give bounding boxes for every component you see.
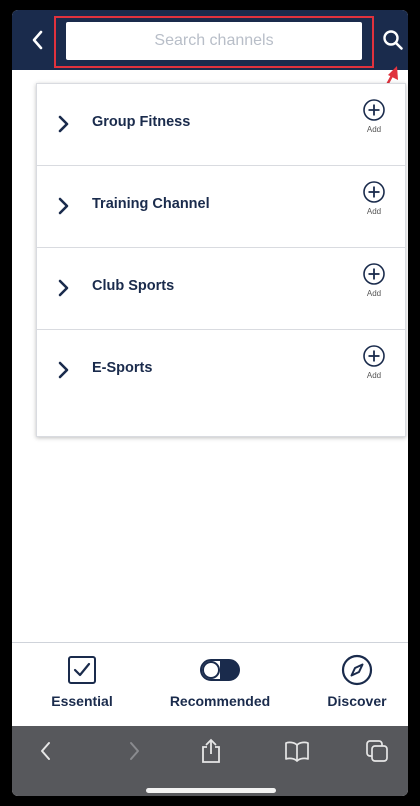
- add-channel-button[interactable]: Add: [357, 262, 391, 314]
- tab-label: Essential: [51, 693, 113, 709]
- add-label: Add: [366, 289, 382, 298]
- tab-label: Recommended: [169, 693, 271, 709]
- add-channel-button[interactable]: Add: [357, 180, 391, 232]
- channel-row[interactable]: E-Sports Add: [37, 330, 405, 412]
- channel-list: Group Fitness Add Training Channel Add C…: [36, 83, 406, 437]
- share-icon: [202, 738, 220, 763]
- checkbox-icon: [68, 656, 96, 684]
- tabs-icon: [366, 740, 388, 762]
- channel-label: Group Fitness: [92, 114, 191, 130]
- back-button[interactable]: [20, 20, 54, 60]
- search-icon: [383, 30, 403, 50]
- channel-label: Club Sports: [92, 278, 175, 294]
- tab-discover[interactable]: Discover: [312, 653, 402, 719]
- channel-row[interactable]: Group Fitness Add: [37, 84, 405, 166]
- bookmarks-icon: [285, 741, 309, 762]
- chevron-right-icon: [58, 279, 69, 297]
- plus-circle-icon: [363, 345, 385, 367]
- add-label: Add: [366, 125, 382, 134]
- add-label: Add: [366, 371, 382, 380]
- tab-recommended[interactable]: Recommended: [158, 653, 282, 719]
- browser-forward-button[interactable]: [120, 736, 150, 766]
- back-icon: [41, 742, 50, 760]
- bookmarks-button[interactable]: [282, 736, 312, 766]
- chevron-left-icon: [32, 30, 43, 50]
- plus-circle-icon: [363, 263, 385, 285]
- forward-icon: [130, 742, 139, 760]
- search-button[interactable]: [378, 22, 408, 58]
- share-button[interactable]: [196, 736, 226, 766]
- plus-circle-icon: [363, 181, 385, 203]
- browser-back-button[interactable]: [30, 736, 60, 766]
- add-channel-button[interactable]: Add: [357, 344, 391, 396]
- channel-label: E-Sports: [92, 360, 153, 376]
- browser-toolbar: [12, 726, 408, 796]
- channel-label: Training Channel: [92, 196, 210, 212]
- tabs-button[interactable]: [362, 736, 392, 766]
- add-label: Add: [366, 207, 382, 216]
- compass-icon: [341, 654, 373, 686]
- tab-essential[interactable]: Essential: [40, 653, 124, 719]
- chevron-right-icon: [58, 197, 69, 215]
- search-input[interactable]: [66, 22, 362, 60]
- home-indicator: [146, 788, 276, 793]
- bottom-tab-bar: Essential Recommended Discover: [12, 642, 408, 726]
- tab-label: Discover: [327, 693, 387, 709]
- toggle-icon: [200, 659, 240, 681]
- channel-row[interactable]: Training Channel Add: [37, 166, 405, 248]
- plus-circle-icon: [363, 99, 385, 121]
- app-screen: Group Fitness Add Training Channel: [12, 10, 408, 796]
- chevron-right-icon: [58, 361, 69, 379]
- chevron-right-icon: [58, 115, 69, 133]
- channel-row[interactable]: Club Sports Add: [37, 248, 405, 330]
- add-channel-button[interactable]: Add: [357, 98, 391, 150]
- header-bar: [12, 10, 408, 70]
